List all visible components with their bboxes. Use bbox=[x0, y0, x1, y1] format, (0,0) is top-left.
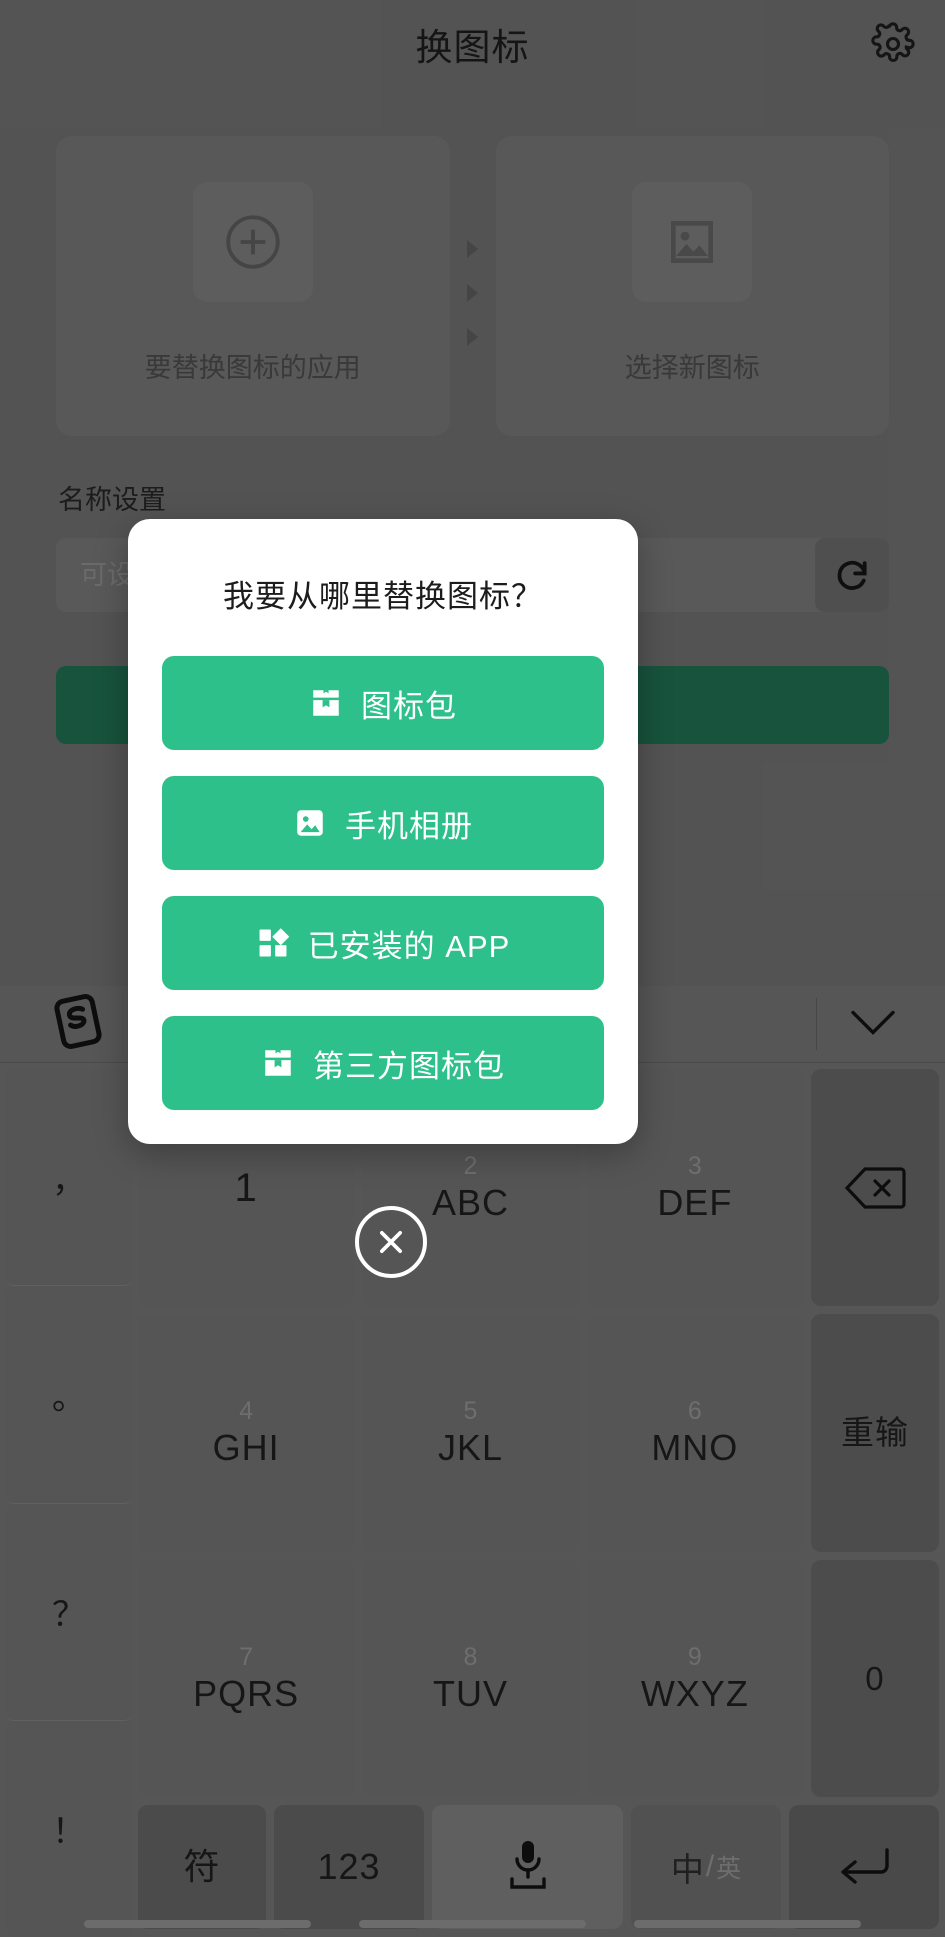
key-8-number: 8 bbox=[463, 1642, 478, 1671]
key-3-letters: DEF bbox=[657, 1182, 733, 1224]
backspace-icon[interactable] bbox=[810, 1069, 939, 1307]
keyboard-keys: ， 。 ？ ！ 1 2 ABC 3 DEF 4 GHI 5 JKL 6 MNO … bbox=[0, 1063, 945, 1937]
key-numeric-label: 123 bbox=[317, 1845, 381, 1887]
source-app-label: 要替换图标的应用 bbox=[144, 353, 361, 383]
key-8-tuv[interactable]: 8 TUV bbox=[362, 1559, 579, 1797]
page-title: 换图标 bbox=[415, 27, 530, 68]
key-question[interactable]: ？ bbox=[6, 1503, 132, 1721]
lang-slash: / bbox=[705, 1849, 715, 1883]
apps-grid-icon bbox=[256, 926, 290, 960]
chevron-right-icon bbox=[467, 328, 478, 346]
gear-icon[interactable] bbox=[865, 16, 921, 72]
key-6-mno[interactable]: 6 MNO bbox=[586, 1314, 803, 1552]
dialog-title: 我要从哪里替换图标？ bbox=[223, 579, 543, 614]
lang-secondary: 英 bbox=[716, 1854, 742, 1883]
chevron-right-icon bbox=[467, 240, 478, 258]
key-language-label: 中 / 英 bbox=[671, 1843, 741, 1891]
nav-pill[interactable] bbox=[84, 1920, 311, 1928]
key-2-letters: ABC bbox=[431, 1182, 509, 1224]
transfer-arrows bbox=[450, 136, 496, 436]
key-6-letters: MNO bbox=[651, 1427, 739, 1469]
target-icon-card[interactable]: 选择新图标 bbox=[495, 136, 889, 436]
source-app-card[interactable]: 要替换图标的应用 bbox=[56, 136, 450, 436]
target-icon-label: 选择新图标 bbox=[624, 353, 760, 383]
lang-primary: 中 bbox=[670, 1850, 704, 1888]
nav-pill[interactable] bbox=[634, 1920, 861, 1928]
keypad-row: 7 PQRS 8 TUV 9 WXYZ 0 bbox=[138, 1559, 939, 1805]
image-icon bbox=[632, 182, 753, 302]
key-8-letters: TUV bbox=[432, 1672, 508, 1714]
key-retype-label: 重输 bbox=[840, 1414, 909, 1452]
key-4-letters: GHI bbox=[212, 1427, 280, 1469]
key-7-number: 7 bbox=[239, 1642, 254, 1671]
close-circle-icon[interactable] bbox=[355, 1206, 427, 1278]
key-9-wxyz[interactable]: 9 WXYZ bbox=[586, 1559, 803, 1797]
key-9-letters: WXYZ bbox=[640, 1672, 749, 1714]
key-2-number: 2 bbox=[463, 1152, 478, 1181]
option-icon-pack-label: 图标包 bbox=[361, 688, 457, 724]
key-5-letters: JKL bbox=[437, 1427, 504, 1469]
app-header: 换图标 bbox=[0, 0, 945, 88]
refresh-icon[interactable] bbox=[815, 538, 889, 612]
key-6-number: 6 bbox=[687, 1397, 702, 1426]
punctuation-column: ， 。 ？ ！ bbox=[6, 1069, 138, 1937]
key-3-number: 3 bbox=[687, 1152, 702, 1181]
keypad-row: 4 GHI 5 JKL 6 MNO 重输 bbox=[138, 1314, 939, 1559]
system-navigation-bar bbox=[0, 1911, 945, 1937]
option-installed-apps[interactable]: 已安装的 APP bbox=[162, 896, 604, 990]
key-period[interactable]: 。 bbox=[6, 1286, 132, 1504]
key-7-pqrs[interactable]: 7 PQRS bbox=[138, 1559, 355, 1797]
chevron-right-icon bbox=[467, 284, 478, 302]
icon-picker-row: 要替换图标的应用 选择新图标 bbox=[56, 136, 889, 436]
chevron-down-icon[interactable] bbox=[847, 1005, 899, 1044]
key-5-jkl[interactable]: 5 JKL bbox=[362, 1314, 579, 1552]
key-symbols-label: 符 bbox=[183, 1845, 221, 1887]
option-phone-album[interactable]: 手机相册 bbox=[162, 776, 604, 870]
icon-pack-icon bbox=[261, 1046, 295, 1080]
key-1-label: 1 bbox=[234, 1165, 258, 1210]
option-third-party-pack[interactable]: 第三方图标包 bbox=[162, 1016, 604, 1110]
key-0[interactable]: 0 bbox=[810, 1559, 939, 1797]
option-third-party-pack-label: 第三方图标包 bbox=[313, 1048, 505, 1084]
sogou-logo-icon[interactable] bbox=[52, 993, 104, 1056]
option-installed-apps-label: 已安装的 APP bbox=[307, 928, 511, 964]
key-7-letters: PQRS bbox=[193, 1672, 300, 1714]
icon-source-dialog: 我要从哪里替换图标？ 图标包 手机相册 已安装的 APP 第三方图标包 bbox=[128, 519, 638, 1144]
nav-pill[interactable] bbox=[359, 1920, 586, 1928]
plus-circle-icon bbox=[192, 182, 313, 302]
toolbar-divider bbox=[816, 998, 817, 1050]
option-phone-album-label: 手机相册 bbox=[345, 808, 473, 844]
key-retype[interactable]: 重输 bbox=[810, 1314, 939, 1552]
key-5-number: 5 bbox=[463, 1397, 478, 1426]
key-comma[interactable]: ， bbox=[6, 1069, 132, 1287]
option-icon-pack[interactable]: 图标包 bbox=[162, 656, 604, 750]
key-exclamation[interactable]: ！ bbox=[6, 1720, 132, 1937]
key-4-ghi[interactable]: 4 GHI bbox=[138, 1314, 355, 1552]
key-4-number: 4 bbox=[239, 1397, 254, 1426]
name-settings-label: 名称设置 bbox=[58, 485, 166, 515]
icon-pack-icon bbox=[309, 686, 343, 720]
keypad: 1 2 ABC 3 DEF 4 GHI 5 JKL 6 MNO 重输 7 PQR… bbox=[138, 1069, 939, 1937]
key-0-label: 0 bbox=[865, 1659, 885, 1697]
photo-icon bbox=[293, 806, 327, 840]
key-9-number: 9 bbox=[687, 1642, 702, 1671]
microphone-icon bbox=[498, 1833, 558, 1900]
